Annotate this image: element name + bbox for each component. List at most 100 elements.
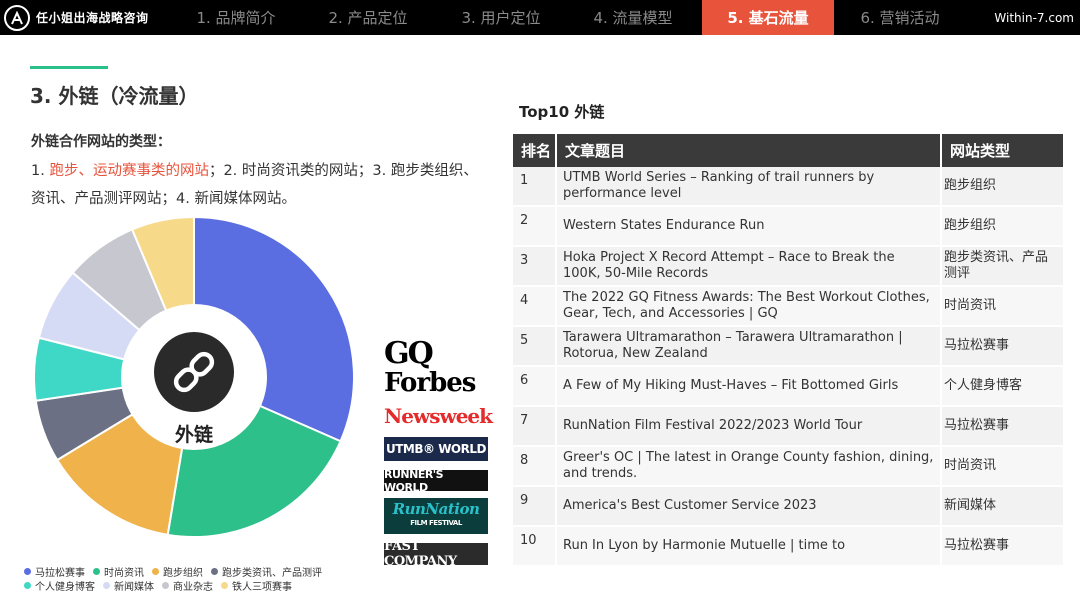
legend-item: 商业杂志	[162, 578, 213, 593]
tab-marketing[interactable]: 6. 营销活动	[834, 0, 966, 35]
legend-item: 跑步组织	[152, 564, 203, 579]
cell-title: Run In Lyon by Harmonie Mutuelle | time …	[557, 527, 942, 565]
cell-rank: 10	[513, 527, 557, 565]
cell-rank: 9	[513, 487, 557, 525]
brand-logo-icon	[4, 4, 30, 31]
cell-rank: 4	[513, 287, 557, 325]
tab-base-traffic[interactable]: 5. 基石流量	[702, 0, 834, 35]
top-nav-bar: 任小姐出海战略咨询 1. 品牌简介 2. 产品定位 3. 用户定位 4. 流量模…	[0, 0, 1080, 35]
legend-item: 马拉松赛事	[24, 564, 85, 579]
brand-name: 任小姐出海战略咨询	[36, 11, 149, 25]
table-caption: Top10 外链	[519, 103, 605, 121]
cell-title: Western States Endurance Run	[557, 207, 942, 245]
cell-type: 马拉松赛事	[944, 538, 1010, 553]
cell-type: 跑步组织	[944, 178, 997, 193]
legend-label: 跑步组织	[163, 567, 203, 579]
cell-rank: 6	[513, 367, 557, 405]
legend-item: 时尚资讯	[93, 564, 144, 579]
cell-title: Tarawera Ultramarathon – Tarawera Ultram…	[557, 327, 942, 365]
runners-world-logo: RUNNER'S WORLD	[384, 468, 488, 494]
types-prefix: 1.	[31, 163, 50, 179]
legend-label: 新闻媒体	[114, 581, 154, 593]
legend-dot	[221, 581, 228, 589]
newsweek-logo: Newsweek	[384, 404, 493, 428]
legend-item: 个人健身博客	[24, 578, 95, 593]
cell-type: 跑步类资讯、产品测评	[944, 250, 1049, 281]
legend-label: 铁人三项赛事	[232, 581, 292, 593]
table-body: 1 UTMB World Series – Ranking of trail ru…	[513, 167, 1063, 567]
cell-type: 跑步组织	[944, 218, 997, 233]
table-header: 排名 文章题目 网站类型	[513, 134, 1063, 167]
header-rank: 排名	[513, 134, 557, 167]
types-highlight: 跑步、运动赛事类的网站	[49, 163, 209, 179]
table-row: 5 Tarawera Ultramarathon – Tarawera Ultra…	[513, 327, 1063, 367]
header-site-type: 网站类型	[950, 142, 1011, 160]
legend-item: 新闻媒体	[103, 578, 154, 593]
chart-legend: 马拉松赛事 时尚资讯 跑步组织 跑步类资讯、产品测评 个人健身博客 新闻媒体 商…	[24, 564, 404, 593]
legend-label: 商业杂志	[173, 581, 213, 593]
legend-label: 时尚资讯	[104, 567, 144, 579]
cell-title: Greer's OC | The latest in Orange County…	[557, 447, 942, 485]
table-row: 10 Run In Lyon by Harmonie Mutuelle | tim…	[513, 527, 1063, 567]
legend-dot	[24, 567, 31, 575]
title-accent-line	[30, 66, 108, 69]
legend-dot	[103, 581, 110, 589]
legend-label: 马拉松赛事	[35, 567, 85, 579]
table-row: 1 UTMB World Series – Ranking of trail ru…	[513, 167, 1063, 207]
cell-rank: 5	[513, 327, 557, 365]
tab-traffic-model[interactable]: 4. 流量模型	[567, 0, 699, 35]
header-title: 文章题目	[557, 134, 942, 167]
gq-logo: GQ	[384, 336, 434, 371]
cell-rank: 1	[513, 167, 557, 205]
cell-rank: 8	[513, 447, 557, 485]
types-text: 1. 跑步、运动赛事类的网站；2. 时尚资讯类的网站；3. 跑步类组织、资讯、产…	[31, 157, 481, 213]
site-name[interactable]: Within-7.com	[994, 0, 1074, 35]
cell-rank: 7	[513, 407, 557, 445]
table-row: 2 Western States Endurance Run 跑步组织	[513, 207, 1063, 247]
link-type-chart: 外链	[33, 215, 355, 538]
table-row: 7 RunNation Film Festival 2022/2023 World…	[513, 407, 1063, 447]
runnation-logo: RunNation FILM FESTIVAL	[384, 498, 488, 534]
legend-dot	[93, 567, 100, 575]
table-row: 6A Few of My Hiking Must-Haves – Fit Bot…	[513, 367, 1063, 407]
runnation-logo-subtext: FILM FESTIVAL	[410, 519, 462, 527]
utmb-world-logo: UTMB® WORLD	[384, 437, 488, 461]
cell-title: The 2022 GQ Fitness Awards: The Best Wor…	[557, 287, 942, 325]
cell-type: 个人健身博客	[944, 378, 1023, 393]
table-row: 4 The 2022 GQ Fitness Awards: The Best Wo…	[513, 287, 1063, 327]
tab-user-positioning[interactable]: 3. 用户定位	[435, 0, 567, 35]
legend-item: 跑步类资讯、产品测评	[211, 564, 322, 579]
section-title: 3. 外链（冷流量）	[30, 84, 199, 108]
chart-center-label: 外链	[174, 424, 213, 446]
cell-type: 新闻媒体	[944, 498, 997, 513]
cell-type: 马拉松赛事	[944, 418, 1010, 433]
legend-dot	[152, 567, 159, 575]
cell-title: RunNation Film Festival 2022/2023 World …	[557, 407, 942, 445]
cell-type: 马拉松赛事	[944, 338, 1010, 353]
legend-item: 铁人三项赛事	[221, 578, 292, 593]
legend-label: 个人健身博客	[35, 581, 95, 593]
top10-links-table: 排名 文章题目 网站类型 1 UTMB World Series – Rankin…	[513, 134, 1063, 567]
cell-rank: 2	[513, 207, 557, 245]
cell-title: A Few of My Hiking Must-Haves – Fit Bott…	[557, 367, 942, 405]
legend-dot	[211, 567, 218, 575]
runnation-logo-text: RunNation	[392, 500, 480, 518]
table-row: 9 America's Best Customer Service 2023 新闻媒…	[513, 487, 1063, 527]
legend-label: 跑步类资讯、产品测评	[222, 567, 322, 579]
tab-brand-intro[interactable]: 1. 品牌简介	[170, 0, 302, 35]
legend-dot	[162, 581, 169, 589]
cell-type: 时尚资讯	[944, 298, 997, 313]
cell-title: Hoka Project X Record Attempt – Race to …	[557, 247, 942, 285]
cell-type: 时尚资讯	[944, 458, 997, 473]
forbes-logo: Forbes	[384, 368, 476, 398]
brand[interactable]: 任小姐出海战略咨询	[0, 0, 170, 35]
tab-product-positioning[interactable]: 2. 产品定位	[302, 0, 434, 35]
table-row: 3 Hoka Project X Record Attempt – Race to…	[513, 247, 1063, 287]
table-row: 8 Greer's OC | The latest in Orange Count…	[513, 447, 1063, 487]
donut-chart	[33, 215, 355, 538]
legend-dot	[24, 581, 31, 589]
cell-title: UTMB World Series – Ranking of trail run…	[557, 167, 942, 205]
types-heading: 外链合作网站的类型：	[31, 134, 171, 150]
fast-company-logo: FAST COMPANY	[384, 539, 488, 569]
cell-rank: 3	[513, 247, 557, 285]
